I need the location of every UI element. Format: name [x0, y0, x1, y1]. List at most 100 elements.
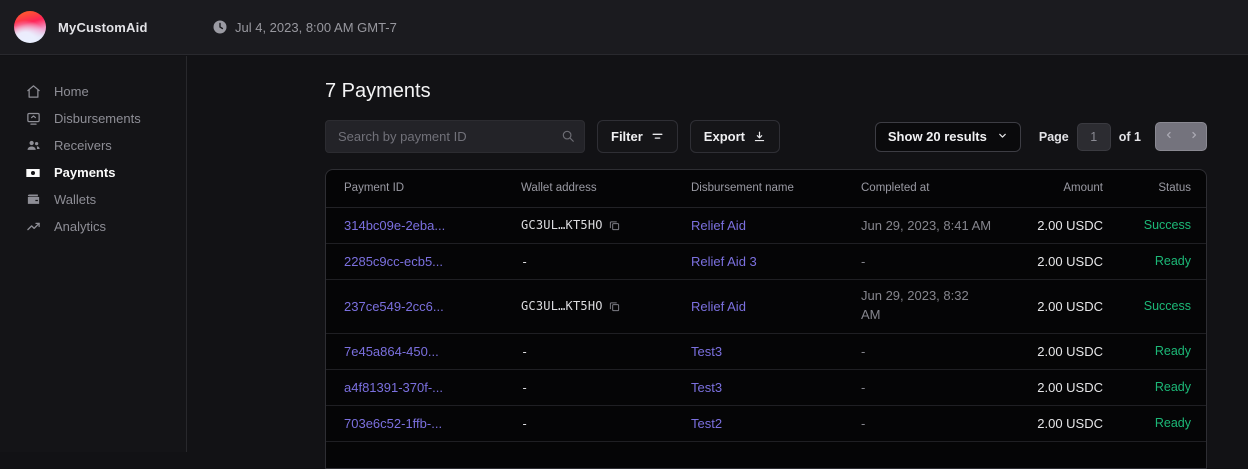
download-icon	[753, 130, 766, 143]
table-row: 703e6c52-1ffb-... - Test2 - 2.00 USDC Re…	[326, 405, 1206, 441]
next-page-button[interactable]	[1181, 123, 1206, 150]
pagination-controls: Show 20 results Page of 1	[875, 122, 1207, 152]
table-header-row: Payment ID Wallet address Disbursement n…	[326, 170, 1206, 207]
column-header-status: Status	[1103, 170, 1206, 207]
status-badge: Success	[1103, 207, 1206, 243]
wallets-icon	[25, 192, 41, 208]
results-per-page-select[interactable]: Show 20 results	[875, 122, 1021, 152]
completed-at: Jun 29, 2023, 8:41 AM	[861, 207, 1013, 243]
page-label: Page	[1039, 130, 1069, 144]
table-row: 314bc09e-2eba... GC3UL…KT5HO Relief Aid …	[326, 207, 1206, 243]
column-header-amount: Amount	[1013, 170, 1103, 207]
filter-icon	[651, 130, 664, 143]
brand-logo	[14, 11, 46, 43]
sidebar-item-label: Payments	[54, 165, 115, 180]
status-badge: Success	[1103, 279, 1206, 333]
sidebar-item-label: Disbursements	[54, 111, 141, 126]
disbursement-link[interactable]: Test3	[691, 380, 722, 395]
disbursements-icon	[25, 111, 41, 127]
analytics-icon	[25, 219, 41, 235]
completed-at: -	[861, 243, 1013, 279]
payment-id-link[interactable]: 237ce549-2cc6...	[344, 299, 444, 314]
disbursement-link[interactable]: Test3	[691, 344, 722, 359]
payment-id-link[interactable]: 314bc09e-2eba...	[344, 218, 445, 233]
status-badge: Ready	[1103, 369, 1206, 405]
sidebar-item-label: Receivers	[54, 138, 112, 153]
table-row: 2285c9cc-ecb5... - Relief Aid 3 - 2.00 U…	[326, 243, 1206, 279]
copy-icon[interactable]	[609, 300, 620, 315]
sidebar-item-receivers[interactable]: Receivers	[0, 132, 186, 159]
wallet-address: -	[521, 381, 528, 395]
wallet-address: -	[521, 417, 528, 431]
results-per-page-value: Show 20 results	[888, 129, 987, 144]
sidebar-item-label: Home	[54, 84, 89, 99]
sidebar-item-label: Analytics	[54, 219, 106, 234]
table-row: 7e45a864-450... - Test3 - 2.00 USDC Read…	[326, 333, 1206, 369]
filter-button-label: Filter	[611, 129, 643, 144]
table-row: 237ce549-2cc6... GC3UL…KT5HO Relief Aid …	[326, 279, 1206, 333]
wallet-address: GC3UL…KT5HO	[521, 218, 603, 232]
pager	[1155, 122, 1207, 151]
column-header-wallet-address: Wallet address	[521, 170, 691, 207]
search-box	[325, 120, 585, 153]
receivers-icon	[25, 138, 41, 154]
sidebar-item-disbursements[interactable]: Disbursements	[0, 105, 186, 132]
completed-at: -	[861, 333, 1013, 369]
completed-at: -	[861, 405, 1013, 441]
status-badge: Ready	[1103, 243, 1206, 279]
page-number-input[interactable]	[1077, 123, 1111, 151]
column-header-completed-at: Completed at	[861, 170, 1013, 207]
sidebar-item-home[interactable]: Home	[0, 78, 186, 105]
amount: 2.00 USDC	[1013, 279, 1103, 333]
payment-id-link[interactable]: 7e45a864-450...	[344, 344, 439, 359]
disbursement-link[interactable]: Relief Aid	[691, 218, 746, 233]
completed-at: Jun 29, 2023, 8:32 AM	[861, 287, 979, 325]
wallet-address: -	[521, 255, 528, 269]
table-row	[326, 441, 1206, 469]
chevron-down-icon	[997, 129, 1008, 144]
search-input[interactable]	[325, 120, 585, 153]
status-badge: Ready	[1103, 333, 1206, 369]
payments-icon	[25, 165, 41, 181]
wallet-address: -	[521, 345, 528, 359]
copy-icon[interactable]	[609, 219, 620, 234]
disbursement-link[interactable]: Relief Aid	[691, 299, 746, 314]
amount: 2.00 USDC	[1013, 243, 1103, 279]
chevron-left-icon	[1164, 130, 1174, 143]
payment-id-link[interactable]: 2285c9cc-ecb5...	[344, 254, 443, 269]
amount: 2.00 USDC	[1013, 333, 1103, 369]
datetime-text: Jul 4, 2023, 8:00 AM GMT-7	[235, 20, 397, 35]
export-button-label: Export	[704, 129, 745, 144]
chevron-right-icon	[1189, 130, 1199, 143]
clock-icon	[213, 20, 227, 34]
brand-name: MyCustomAid	[58, 20, 148, 35]
sidebar-item-wallets[interactable]: Wallets	[0, 186, 186, 213]
current-datetime: Jul 4, 2023, 8:00 AM GMT-7	[213, 20, 397, 35]
page-of-label: of 1	[1119, 130, 1141, 144]
search-icon	[561, 129, 575, 146]
amount: 2.00 USDC	[1013, 405, 1103, 441]
home-icon	[25, 84, 41, 100]
column-header-payment-id: Payment ID	[326, 170, 521, 207]
completed-at: -	[861, 369, 1013, 405]
table-row: a4f81391-370f-... - Test3 - 2.00 USDC Re…	[326, 369, 1206, 405]
amount: 2.00 USDC	[1013, 369, 1103, 405]
wallet-address: GC3UL…KT5HO	[521, 299, 603, 313]
payment-id-link[interactable]: 703e6c52-1ffb-...	[344, 416, 442, 431]
sidebar-item-analytics[interactable]: Analytics	[0, 213, 186, 240]
previous-page-button[interactable]	[1156, 123, 1181, 150]
payments-table: Payment ID Wallet address Disbursement n…	[325, 169, 1207, 469]
disbursement-link[interactable]: Test2	[691, 416, 722, 431]
status-badge: Ready	[1103, 405, 1206, 441]
main-content: 7 Payments Filter Export Show 20 results	[188, 56, 1248, 452]
page-title: 7 Payments	[325, 80, 1207, 103]
topbar: MyCustomAid Jul 4, 2023, 8:00 AM GMT-7	[0, 0, 1248, 55]
filter-button[interactable]: Filter	[597, 120, 678, 153]
sidebar-item-label: Wallets	[54, 192, 96, 207]
amount: 2.00 USDC	[1013, 207, 1103, 243]
export-button[interactable]: Export	[690, 120, 780, 153]
disbursement-link[interactable]: Relief Aid 3	[691, 254, 757, 269]
sidebar-item-payments[interactable]: Payments	[0, 159, 186, 186]
column-header-disbursement-name: Disbursement name	[691, 170, 861, 207]
payment-id-link[interactable]: a4f81391-370f-...	[344, 380, 443, 395]
